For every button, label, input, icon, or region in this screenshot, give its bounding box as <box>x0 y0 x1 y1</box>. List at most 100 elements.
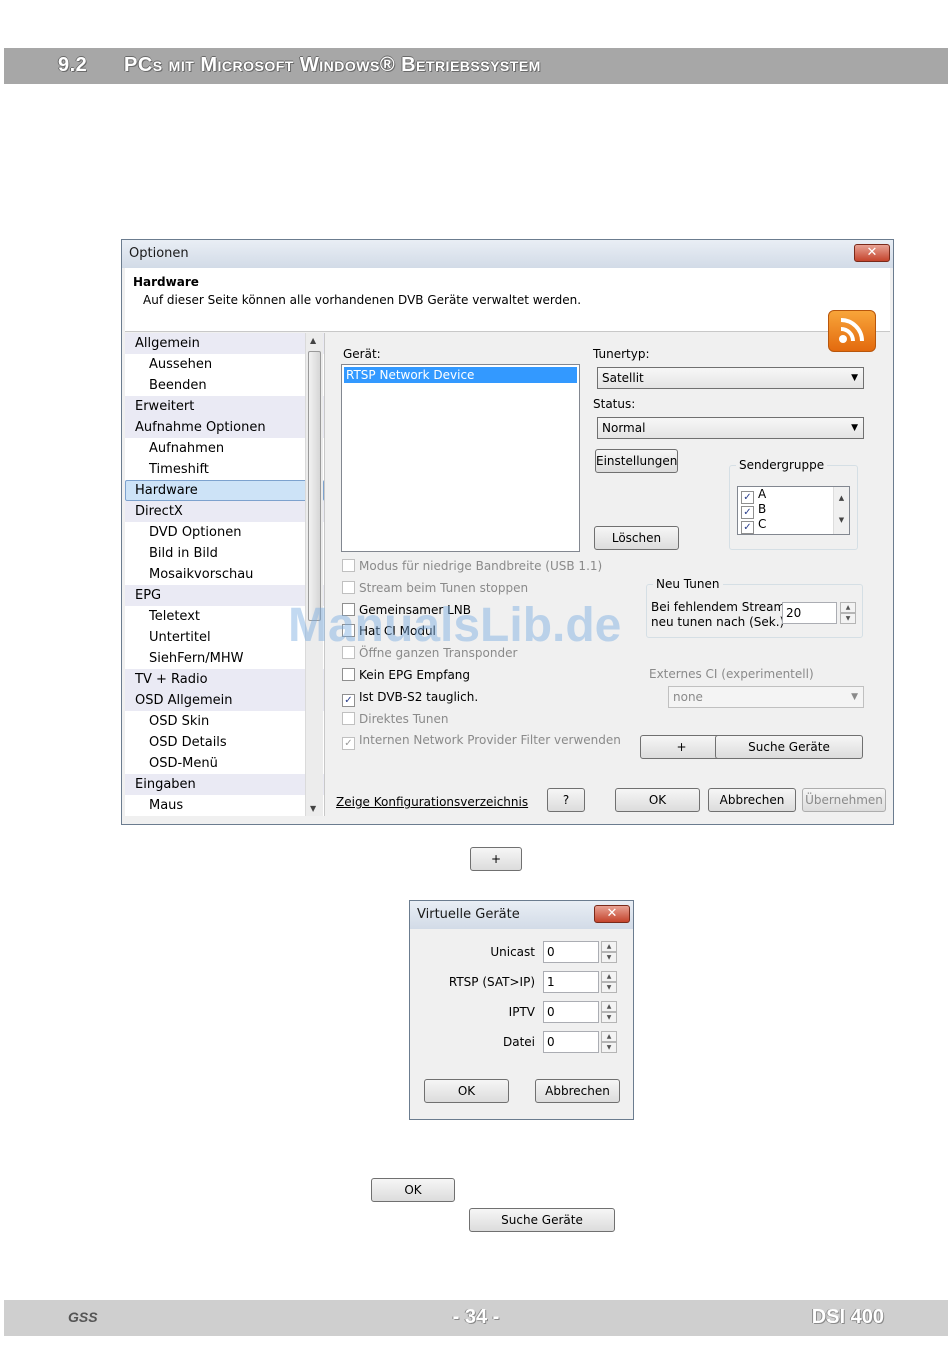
nav-item[interactable]: OSD Skin <box>125 711 324 732</box>
option-checkbox[interactable]: Direktes Tunen <box>342 711 448 728</box>
sendergruppe-item-label: C <box>758 517 767 531</box>
virtual-field-input[interactable]: 0 <box>543 1001 599 1023</box>
option-label: Internen Network Provider Filter verwend… <box>359 733 621 748</box>
neu-tunen-text-2: neu tunen nach (Sek.) <box>651 615 785 629</box>
status-value: Normal <box>602 421 646 435</box>
suche-geraete-button[interactable]: Suche Geräte <box>715 735 863 759</box>
option-label: Kein EPG Empfang <box>359 668 471 682</box>
neu-tunen-text-1: Bei fehlendem Stream <box>651 600 786 614</box>
nav-item[interactable]: Aufnahme Optionen <box>125 417 324 438</box>
virtual-field-stepper[interactable]: ▲ ▼ <box>601 1001 617 1023</box>
virtual-field-stepper[interactable]: ▲ ▼ <box>601 1031 617 1053</box>
option-label: Modus für niedrige Bandbreite (USB 1.1) <box>359 559 603 573</box>
page-footer: GSS - 34 - DSI 400 <box>4 1300 948 1336</box>
watermark: ManualsLib.de <box>288 599 622 652</box>
options-titlebar: Optionen ✕ <box>122 240 893 268</box>
einstellungen-button[interactable]: Einstellungen <box>595 449 678 473</box>
status-label: Status: <box>593 397 636 411</box>
add-device-button[interactable]: + <box>640 735 723 759</box>
chevron-down-icon: ▼ <box>851 423 858 433</box>
nav-item[interactable]: TV + Radio <box>125 669 324 690</box>
tunertyp-label: Tunertyp: <box>593 347 650 361</box>
nav-scrollbar[interactable]: ▲ ▼ <box>305 333 323 816</box>
uebernehmen-button[interactable]: Übernehmen <box>802 788 886 812</box>
neu-tunen-label: Neu Tunen <box>653 577 723 591</box>
checkbox-icon[interactable] <box>342 711 355 725</box>
tunertyp-value: Satellit <box>602 371 644 385</box>
tunertyp-select[interactable]: Satellit ▼ <box>597 367 864 389</box>
nav-item[interactable]: Maus <box>125 795 324 816</box>
option-label: Stream beim Tunen stoppen <box>359 580 529 595</box>
virtual-field-label: IPTV <box>508 1005 535 1019</box>
sendergruppe-item-label: A <box>758 487 767 501</box>
chevron-down-icon: ▼ <box>851 373 858 383</box>
virtual-abbrechen-button[interactable]: Abbrechen <box>535 1079 620 1103</box>
option-checkbox[interactable]: ✓ Internen Network Provider Filter verwen… <box>342 733 621 751</box>
scroll-thumb[interactable] <box>308 351 321 621</box>
section-header: 9.2 PCs mit Microsoft Windows® Betriebss… <box>4 48 948 84</box>
virtual-field-label: Unicast <box>490 945 535 959</box>
checkbox-icon[interactable] <box>342 580 355 594</box>
neu-tunen-stepper[interactable]: ▲ ▼ <box>840 602 856 624</box>
checkbox-icon[interactable] <box>342 668 355 681</box>
nav-item[interactable]: Bild in Bild <box>125 543 324 564</box>
nav-item[interactable]: Hardware <box>125 480 324 501</box>
options-title: Optionen <box>129 246 189 261</box>
nav-item[interactable]: Allgemein <box>125 333 324 354</box>
option-checkbox[interactable]: Kein EPG Empfang <box>342 668 470 684</box>
virtual-field-stepper[interactable]: ▲ ▼ <box>601 971 617 993</box>
virtual-field-input[interactable]: 0 <box>543 1031 599 1053</box>
standalone-suche-button: Suche Geräte <box>469 1208 615 1232</box>
neu-tunen-input[interactable]: 20 <box>782 602 837 624</box>
nav-item[interactable]: OSD-Menü <box>125 753 324 774</box>
virtual-field-label: Datei <box>502 1035 535 1049</box>
close-icon[interactable]: ✕ <box>854 244 890 262</box>
nav-item[interactable]: OSD Allgemein <box>125 690 324 711</box>
nav-item[interactable]: Timeshift <box>125 459 324 480</box>
checkbox-checked-icon[interactable]: ✓ <box>342 693 355 707</box>
checkbox-checked-icon[interactable]: ✓ <box>741 521 754 534</box>
close-icon[interactable]: ✕ <box>594 905 630 923</box>
virtual-devices-dialog: Virtuelle Geräte ✕ Unicast 0 ▲ ▼ RTSP (SAT>I… <box>409 900 634 1120</box>
config-folder-link[interactable]: Zeige Konfigurationsverzeichnis <box>336 795 528 809</box>
nav-item[interactable]: Aussehen <box>125 354 324 375</box>
neu-tunen-group: Neu Tunen Bei fehlendem Stream neu tunen… <box>646 577 863 638</box>
virtual-field-stepper[interactable]: ▲ ▼ <box>601 941 617 963</box>
sendergruppe-group: Sendergruppe ✓ A ✓ B ✓ C ▲ ▼ <box>729 458 858 550</box>
device-list[interactable]: RTSP Network Device <box>341 364 580 552</box>
option-checkbox[interactable]: Stream beim Tunen stoppen <box>342 580 529 597</box>
virtual-devices-titlebar: Virtuelle Geräte ✕ <box>410 901 633 929</box>
status-select[interactable]: Normal ▼ <box>597 417 864 439</box>
nav-item[interactable]: Mosaikvorschau <box>125 564 324 585</box>
nav-item[interactable]: Beenden <box>125 375 324 396</box>
checkbox-icon[interactable] <box>342 559 355 572</box>
scroll-up-icon[interactable]: ▲ <box>310 336 316 345</box>
ok-button[interactable]: OK <box>615 788 700 812</box>
nav-item[interactable]: OSD Details <box>125 732 324 753</box>
nav-item[interactable]: DVD Optionen <box>125 522 324 543</box>
nav-item[interactable]: DirectX <box>125 501 324 522</box>
device-list-item[interactable]: RTSP Network Device <box>344 367 577 383</box>
nav-item[interactable]: Aufnahmen <box>125 438 324 459</box>
option-checkbox[interactable]: ✓ Ist DVB-S2 tauglich. <box>342 690 478 707</box>
sendergruppe-scrollbar[interactable]: ▲ ▼ <box>833 487 849 534</box>
virtual-ok-button[interactable]: OK <box>424 1079 509 1103</box>
abbrechen-button[interactable]: Abbrechen <box>708 788 796 812</box>
virtual-devices-title: Virtuelle Geräte <box>417 907 520 922</box>
virtual-field-input[interactable]: 1 <box>543 971 599 993</box>
rss-icon <box>828 310 876 352</box>
scroll-down-icon[interactable]: ▼ <box>310 804 316 813</box>
help-button[interactable]: ? <box>547 788 585 812</box>
options-dialog: Optionen ✕ Hardware Auf dieser Seite kön… <box>121 239 894 825</box>
page-heading: Hardware <box>133 275 199 289</box>
externes-ci-value: none <box>673 690 703 704</box>
externes-ci-select[interactable]: none ▼ <box>668 686 864 708</box>
nav-item[interactable]: Eingaben <box>125 774 324 795</box>
option-checkbox[interactable]: Modus für niedrige Bandbreite (USB 1.1) <box>342 559 602 575</box>
loeschen-button[interactable]: Löschen <box>594 526 679 550</box>
virtual-field-input[interactable]: 0 <box>543 941 599 963</box>
nav-item[interactable]: Erweitert <box>125 396 324 417</box>
options-page-header: Hardware Auf dieser Seite können alle vo… <box>125 268 890 352</box>
sendergruppe-list[interactable]: ✓ A ✓ B ✓ C ▲ ▼ <box>737 486 850 535</box>
checkbox-checked-icon[interactable]: ✓ <box>342 737 355 751</box>
